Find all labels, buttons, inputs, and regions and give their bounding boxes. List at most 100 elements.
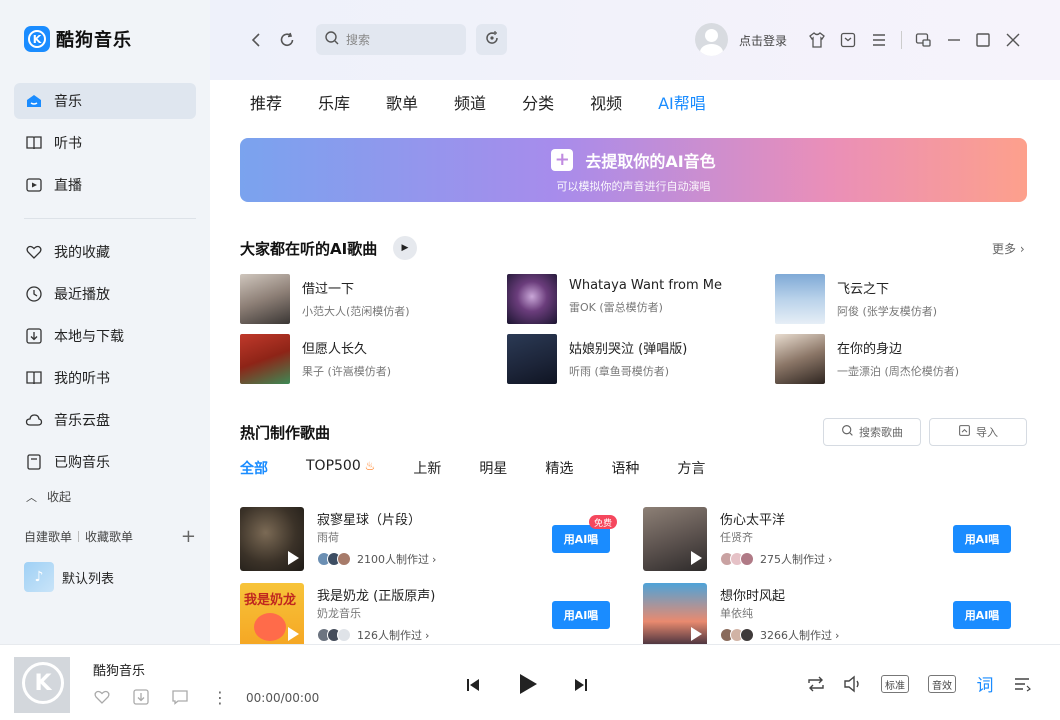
- plus-icon: +: [551, 149, 574, 171]
- mini-mode-icon[interactable]: [912, 29, 934, 51]
- tab-categories[interactable]: 分类: [522, 90, 554, 114]
- chevron-right-icon: ›: [1019, 242, 1025, 256]
- user-count[interactable]: 126人制作过 ›: [317, 627, 429, 643]
- song-artist: 雷OK (雷总模仿者): [569, 301, 663, 314]
- sidebar-item-label: 最近播放: [54, 287, 110, 303]
- playlist-default[interactable]: ♪ 默认列表: [24, 562, 114, 592]
- list-item[interactable]: 飞云之下 阿俊 (张学友模仿者): [775, 274, 937, 324]
- filter-top500[interactable]: TOP500 ♨: [306, 458, 375, 478]
- sidebar-item-cloud[interactable]: 音乐云盘: [14, 402, 196, 438]
- tab-library[interactable]: 乐库: [318, 90, 350, 114]
- tab-ai-sing[interactable]: AI帮唱: [658, 90, 706, 114]
- search-icon: [841, 424, 854, 440]
- message-icon[interactable]: [837, 29, 859, 51]
- sidebar-item-purchased[interactable]: 已购音乐: [14, 444, 196, 480]
- list-item[interactable]: 但愿人长久 果子 (许嵩模仿者): [240, 334, 391, 384]
- song-artist: 单依纯: [720, 607, 753, 620]
- playlist-cover: ♪: [24, 562, 54, 592]
- ai-sing-button[interactable]: 用AI唱: [953, 601, 1011, 629]
- add-playlist-icon[interactable]: +: [181, 527, 196, 545]
- refresh-icon[interactable]: [276, 29, 298, 51]
- playlist-queue-icon[interactable]: [1011, 673, 1033, 695]
- lyrics-button[interactable]: 词: [974, 672, 996, 696]
- list-item[interactable]: 姑娘别哭泣 (弹唱版) 听雨 (章鱼哥模仿者): [507, 334, 687, 384]
- skin-icon[interactable]: [806, 29, 828, 51]
- chevron-right-icon: ›: [432, 552, 437, 566]
- song-cover: [240, 334, 290, 384]
- song-cover: [240, 274, 290, 324]
- filter-dialect[interactable]: 方言: [677, 458, 705, 478]
- download-icon: [24, 326, 44, 346]
- list-item[interactable]: 借过一下 小范大人(范闲模仿者): [240, 274, 410, 324]
- sidebar-item-my-audiobooks[interactable]: 我的听书: [14, 360, 196, 396]
- ai-sing-button[interactable]: 用AI唱: [552, 601, 610, 629]
- sound-effect-button[interactable]: 音效: [928, 675, 956, 693]
- menu-icon[interactable]: [868, 29, 890, 51]
- sidebar-item-label: 听书: [54, 136, 82, 152]
- filter-all[interactable]: 全部: [240, 458, 268, 478]
- next-icon[interactable]: [570, 674, 592, 696]
- song-name: 在你的身边: [837, 342, 903, 357]
- tab-created-playlists[interactable]: 自建歌单: [24, 528, 72, 545]
- user-count[interactable]: 2100人制作过 ›: [317, 551, 436, 567]
- voice-search-button[interactable]: [476, 24, 507, 55]
- user-count[interactable]: 275人制作过 ›: [720, 551, 832, 567]
- sidebar-item-live[interactable]: 直播: [14, 167, 196, 203]
- fire-icon: ♨: [360, 459, 376, 473]
- previous-icon[interactable]: [462, 674, 484, 696]
- song-cover: [643, 583, 707, 647]
- search-box[interactable]: [316, 24, 466, 55]
- quality-button[interactable]: 标准: [881, 675, 909, 693]
- song-name: 姑娘别哭泣 (弹唱版): [569, 342, 688, 357]
- sidebar-item-label: 我的听书: [54, 371, 110, 387]
- back-icon[interactable]: [245, 29, 267, 51]
- play-icon[interactable]: [513, 669, 543, 699]
- now-playing-title: 酷狗音乐: [93, 664, 146, 679]
- list-item[interactable]: 在你的身边 一壶漂泊 (周杰伦模仿者): [775, 334, 959, 384]
- play-all-button[interactable]: ▶: [393, 236, 417, 260]
- app-logo[interactable]: K 酷狗音乐: [24, 26, 132, 52]
- tab-channels[interactable]: 频道: [454, 90, 486, 114]
- avatar[interactable]: [695, 23, 728, 56]
- repeat-icon[interactable]: [805, 673, 827, 695]
- tab-playlists[interactable]: 歌单: [386, 90, 418, 114]
- minimize-icon[interactable]: [943, 29, 965, 51]
- sidebar-item-local-download[interactable]: 本地与下载: [14, 318, 196, 354]
- app-name: 酷狗音乐: [56, 30, 132, 51]
- search-songs-button[interactable]: 搜索歌曲: [823, 418, 921, 446]
- chevron-right-icon: ›: [828, 552, 833, 566]
- player-bar: K 酷狗音乐 ⋮ 00:00/00:00 标准 音效 词: [0, 644, 1060, 720]
- import-button[interactable]: 导入: [929, 418, 1027, 446]
- close-icon[interactable]: [1002, 29, 1024, 51]
- maximize-icon[interactable]: [972, 29, 994, 51]
- sidebar-item-favorites[interactable]: 我的收藏: [14, 234, 196, 270]
- sidebar-item-music[interactable]: 音乐: [14, 83, 196, 119]
- volume-icon[interactable]: [842, 673, 864, 695]
- filter-language[interactable]: 语种: [611, 458, 639, 478]
- tab-collected-playlists[interactable]: 收藏歌单: [85, 528, 133, 545]
- playlist-name: 默认列表: [62, 571, 115, 587]
- comment-icon[interactable]: [170, 687, 190, 707]
- list-item[interactable]: Whataya Want from Me 雷OK (雷总模仿者): [507, 274, 722, 324]
- login-link[interactable]: 点击登录: [739, 32, 787, 49]
- ai-sing-button[interactable]: 用AI唱: [953, 525, 1011, 553]
- filter-selected[interactable]: 精选: [545, 458, 573, 478]
- ai-sing-button[interactable]: 用AI唱: [552, 525, 610, 553]
- section-title-popular: 大家都在听的AI歌曲: [240, 240, 378, 258]
- search-input[interactable]: [346, 32, 456, 47]
- sidebar-item-recent[interactable]: 最近播放: [14, 276, 196, 312]
- import-icon: [958, 424, 971, 440]
- song-name: 伤心太平洋: [720, 513, 786, 528]
- filter-new[interactable]: 上新: [413, 458, 441, 478]
- more-icon[interactable]: ⋮: [210, 687, 230, 707]
- tab-videos[interactable]: 视频: [590, 90, 622, 114]
- download-icon[interactable]: [131, 687, 151, 707]
- like-icon[interactable]: [92, 687, 112, 707]
- collapse-button[interactable]: ︿ 收起: [26, 488, 71, 505]
- user-count[interactable]: 3266人制作过 ›: [720, 627, 839, 643]
- more-link[interactable]: 更多 ›: [992, 240, 1025, 257]
- sidebar-item-audiobook[interactable]: 听书: [14, 125, 196, 161]
- tab-recommend[interactable]: 推荐: [250, 90, 282, 114]
- ai-voice-banner[interactable]: + 去提取你的AI音色 可以模拟你的声音进行自动演唱: [240, 138, 1027, 202]
- filter-stars[interactable]: 明星: [479, 458, 507, 478]
